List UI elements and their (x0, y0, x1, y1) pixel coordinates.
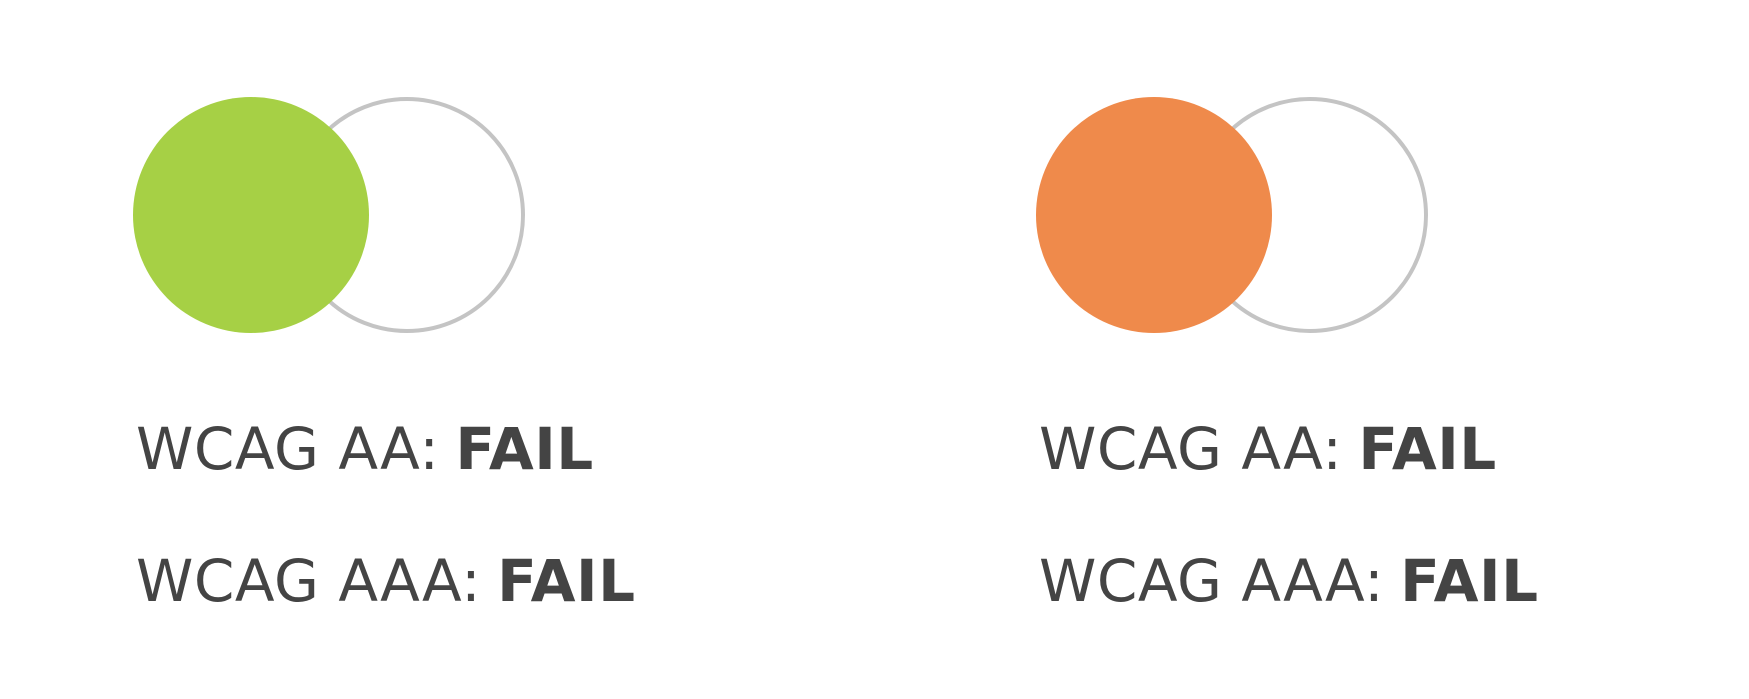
contrast-card-orange: WCAG AA: FAIL WCAG AAA: FAIL (903, 0, 1603, 699)
wcag-aa-result: WCAG AA: FAIL (1039, 420, 1497, 478)
wcag-aa-verdict: FAIL (1358, 415, 1497, 483)
wcag-aa-label: WCAG AA: (136, 415, 440, 483)
wcag-aaa-verdict: FAIL (497, 547, 636, 615)
wcag-aaa-label: WCAG AAA: (136, 547, 482, 615)
wcag-aaa-result: WCAG AAA: FAIL (1039, 552, 1539, 610)
color-swatch-pair (1036, 97, 1432, 343)
wcag-aaa-result: WCAG AAA: FAIL (136, 552, 636, 610)
wcag-aa-result: WCAG AA: FAIL (136, 420, 594, 478)
wcag-aa-verdict: FAIL (455, 415, 594, 483)
foreground-color-circle (133, 97, 369, 333)
wcag-aa-label: WCAG AA: (1039, 415, 1343, 483)
wcag-aaa-verdict: FAIL (1400, 547, 1539, 615)
color-swatch-pair (133, 97, 529, 343)
contrast-card-green: WCAG AA: FAIL WCAG AAA: FAIL (0, 0, 700, 699)
foreground-color-circle (1036, 97, 1272, 333)
wcag-aaa-label: WCAG AAA: (1039, 547, 1385, 615)
